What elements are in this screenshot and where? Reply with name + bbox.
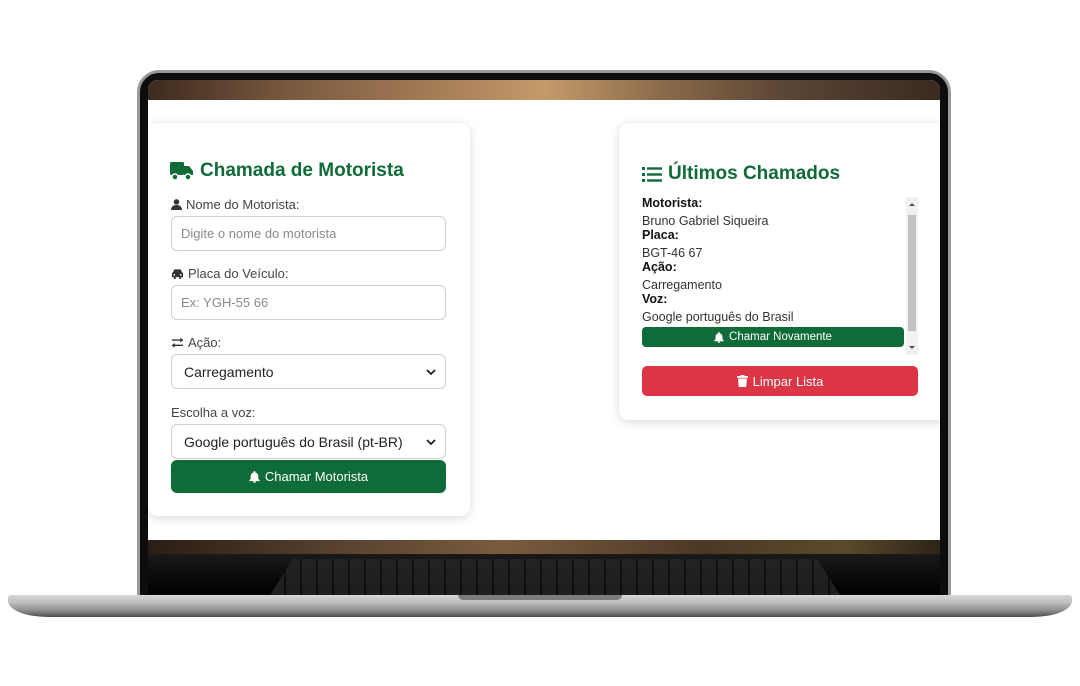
- action-select-value: Carregamento: [184, 363, 274, 380]
- entry-driver-key: Motorista:: [642, 197, 703, 210]
- call-driver-button-label: Chamar Motorista: [264, 469, 369, 484]
- list-item: Motorista: Bruno Gabriel Siqueira Placa:…: [642, 197, 904, 347]
- driver-call-title-text: Chamada de Motorista: [200, 160, 404, 181]
- call-again-button-label: Chamar Novamente: [729, 331, 832, 343]
- entry-plate-value: BGT-46 67: [642, 246, 703, 260]
- car-icon: [172, 269, 183, 279]
- entry-action-key: Ação:: [642, 260, 677, 274]
- action-select[interactable]: Carregamento: [171, 354, 446, 389]
- chevron-down-icon: [426, 438, 436, 445]
- driver-name-label: Nome do Motorista:: [171, 197, 299, 212]
- plate-input[interactable]: [171, 285, 446, 320]
- plate-label-text: Placa do Veículo:: [188, 266, 289, 281]
- entry-plate-key: Placa:: [642, 228, 679, 242]
- driver-name-label-text: Nome do Motorista:: [186, 197, 300, 212]
- action-label-text: Ação:: [188, 335, 222, 350]
- chevron-down-icon: [426, 368, 436, 375]
- scroll-up-arrow-icon[interactable]: [908, 200, 916, 210]
- action-label: Ação:: [171, 335, 221, 350]
- user-icon: [171, 199, 182, 210]
- clear-list-button-label: Limpar Lista: [752, 373, 824, 389]
- scroll-thumb[interactable]: [908, 215, 916, 331]
- voice-label-text: Escolha a voz:: [171, 405, 256, 420]
- clear-list-button[interactable]: Limpar Lista: [642, 366, 918, 396]
- driver-call-title: Chamada de Motorista: [170, 160, 404, 182]
- exchange-icon: [171, 337, 184, 348]
- recent-calls-card: Últimos Chamados Motorista: Bruno Gabrie…: [619, 123, 940, 420]
- call-again-button[interactable]: Chamar Novamente: [642, 327, 904, 347]
- list-scrollbar[interactable]: [906, 197, 918, 355]
- trash-icon: [736, 375, 748, 387]
- voice-select[interactable]: Google português do Brasil (pt-BR): [171, 424, 446, 459]
- background-image-top: [148, 80, 940, 100]
- driver-call-card: Chamada de Motorista Nome do Motorista: …: [148, 123, 470, 516]
- laptop-keyboard: [270, 559, 840, 595]
- call-driver-button[interactable]: Chamar Motorista: [171, 460, 446, 493]
- plate-label: Placa do Veículo:: [171, 266, 288, 281]
- list-icon: [642, 166, 662, 182]
- laptop-mockup: Chamada de Motorista Nome do Motorista: …: [0, 0, 1080, 686]
- entry-driver-value: Bruno Gabriel Siqueira: [642, 214, 769, 228]
- bell-icon: [714, 331, 724, 343]
- laptop-screen: Chamada de Motorista Nome do Motorista: …: [148, 80, 940, 554]
- bell-icon: [249, 470, 260, 483]
- entry-action-value: Carregamento: [642, 278, 722, 292]
- recent-calls-title: Últimos Chamados: [642, 163, 840, 185]
- truck-icon: [170, 162, 193, 180]
- voice-select-value: Google português do Brasil (pt-BR): [184, 433, 403, 450]
- entry-voice-value: Google português do Brasil: [642, 310, 794, 324]
- laptop-base-notch: [458, 595, 622, 600]
- recent-calls-list[interactable]: Motorista: Bruno Gabriel Siqueira Placa:…: [642, 197, 918, 355]
- scroll-down-arrow-icon[interactable]: [908, 342, 916, 352]
- background-image-bottom: [148, 540, 940, 554]
- entry-voice-key: Voz:: [642, 292, 668, 306]
- recent-calls-title-text: Últimos Chamados: [668, 163, 841, 184]
- voice-label: Escolha a voz:: [171, 405, 256, 420]
- driver-name-input[interactable]: [171, 216, 446, 251]
